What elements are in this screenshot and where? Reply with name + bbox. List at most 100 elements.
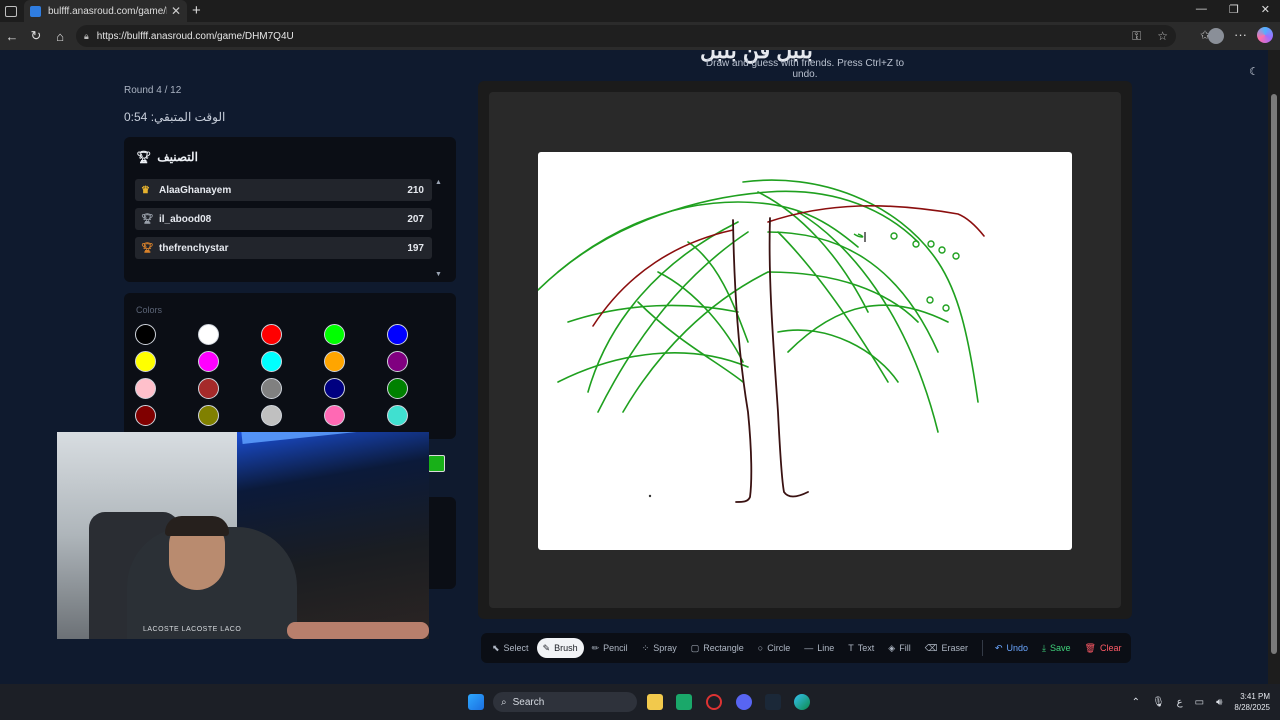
spray-tool-button[interactable]: ⁘ Spray: [636, 638, 683, 658]
volume-icon[interactable]: 🔊︎: [1216, 697, 1222, 708]
trash-icon: 🗑︎: [1084, 642, 1096, 653]
close-window-icon[interactable]: ✕: [1261, 3, 1270, 16]
more-menu-icon[interactable]: ···: [1234, 27, 1247, 42]
color-swatch[interactable]: [135, 378, 156, 399]
browser-tab-bar: bulfff.anasroud.com/game/DHM7 ✕ + — ❐ ✕: [0, 0, 1280, 22]
line-icon: —: [804, 643, 814, 653]
favorite-star-icon[interactable]: ☆: [1157, 29, 1168, 44]
color-swatch[interactable]: [261, 351, 282, 372]
fruit-circle: [927, 240, 935, 248]
close-tab-icon[interactable]: ✕: [171, 4, 181, 18]
leaderboard-scrollbar[interactable]: ▲ ▼: [435, 179, 443, 279]
color-swatch[interactable]: [387, 324, 408, 345]
color-swatch[interactable]: [387, 378, 408, 399]
round-indicator: Round 4 / 12: [124, 85, 182, 96]
undo-button[interactable]: ↶ Undo: [989, 638, 1034, 658]
color-swatch[interactable]: [324, 405, 345, 426]
colors-label: Colors: [136, 305, 163, 315]
edge-icon[interactable]: [794, 694, 810, 710]
branch-stroke: [592, 229, 734, 327]
scrollbar-thumb[interactable]: [1271, 94, 1277, 654]
leaf-stroke: [742, 179, 979, 403]
eraser-tool-button[interactable]: ⌫ Eraser: [919, 638, 974, 658]
text-tool-button[interactable]: T Text: [842, 638, 880, 658]
brush-tool-button[interactable]: ✎ Brush: [536, 638, 584, 658]
drawing-canvas[interactable]: [538, 152, 1072, 550]
circle-icon: ○: [757, 643, 764, 653]
line-tool-button[interactable]: — Line: [798, 638, 840, 658]
color-swatch[interactable]: [261, 405, 282, 426]
pencil-tool-button[interactable]: ✏︎ Pencil: [586, 638, 634, 658]
minimize-icon[interactable]: —: [1196, 3, 1207, 16]
save-button[interactable]: ⤓ Save: [1036, 638, 1077, 658]
key-icon[interactable]: ⚿: [1132, 29, 1141, 44]
color-swatch[interactable]: [261, 378, 282, 399]
back-icon[interactable]: ←: [0, 29, 24, 44]
scroll-up-icon[interactable]: ▲: [435, 179, 442, 186]
opera-icon[interactable]: [706, 694, 722, 710]
tool-label: Pencil: [603, 643, 628, 653]
fruit-circle: [890, 232, 898, 240]
leaderboard-row: 🏆︎ thefrenchystar 197: [135, 237, 432, 259]
browser-tab[interactable]: bulfff.anasroud.com/game/DHM7 ✕: [24, 0, 187, 22]
leaf-stroke: [557, 190, 919, 273]
profile-avatar[interactable]: [1208, 28, 1224, 44]
toolbar-divider: [981, 640, 983, 656]
app-icon[interactable]: [676, 694, 692, 710]
player-name: il_abood08: [159, 213, 212, 225]
new-tab-icon[interactable]: +: [192, 2, 201, 19]
windows-start-icon[interactable]: [468, 694, 484, 710]
color-swatch[interactable]: [135, 405, 156, 426]
taskbar-search[interactable]: ⌕ Search: [493, 692, 637, 712]
selected-color-swatch[interactable]: [428, 455, 445, 472]
drawing-strokes: [538, 179, 985, 503]
tab-title: bulfff.anasroud.com/game/DHM7: [48, 5, 167, 17]
chevron-up-icon[interactable]: ⌃: [1132, 697, 1140, 708]
clear-button[interactable]: 🗑︎ Clear: [1079, 638, 1128, 658]
network-icon[interactable]: ▭: [1195, 697, 1204, 708]
color-swatch[interactable]: [261, 324, 282, 345]
tool-label: Fill: [899, 643, 911, 653]
fill-tool-button[interactable]: ◈ Fill: [882, 638, 916, 658]
tab-actions-icon[interactable]: [5, 5, 17, 17]
search-icon: ⌕: [501, 696, 507, 708]
crown-icon: ♛: [141, 184, 150, 196]
rectangle-tool-button[interactable]: ▢ Rectangle: [685, 638, 750, 658]
color-swatch[interactable]: [198, 405, 219, 426]
page-scrollbar[interactable]: [1268, 50, 1280, 684]
leaf-stroke: [687, 241, 749, 343]
address-bar-row: ← ↻ ⌂ 🔒︎ https://bulfff.anasroud.com/gam…: [0, 22, 1280, 50]
color-swatch[interactable]: [324, 351, 345, 372]
url-actions: ⚿ ☆: [1132, 29, 1168, 44]
color-swatch[interactable]: [135, 351, 156, 372]
microphone-icon[interactable]: 🎙︎: [1152, 697, 1165, 708]
clock[interactable]: 3:41 PM 8/28/2025: [1234, 691, 1270, 713]
color-swatch[interactable]: [324, 324, 345, 345]
file-explorer-icon[interactable]: [647, 694, 663, 710]
theme-toggle-moon-icon[interactable]: ☾: [1244, 62, 1264, 82]
scroll-down-icon[interactable]: ▼: [435, 271, 442, 278]
tool-label: Spray: [653, 643, 677, 653]
leaderboard-header: 🏆︎ التصنيف: [136, 150, 198, 164]
refresh-icon[interactable]: ↻: [24, 28, 48, 44]
copilot-icon[interactable]: [1257, 27, 1273, 43]
home-icon[interactable]: ⌂: [48, 29, 72, 44]
discord-icon[interactable]: [736, 694, 752, 710]
color-palette-panel: Colors: [124, 293, 456, 439]
restore-icon[interactable]: ❐: [1229, 3, 1239, 16]
color-swatch[interactable]: [198, 378, 219, 399]
select-tool-button[interactable]: ⬉ Select: [486, 638, 535, 658]
color-swatch[interactable]: [324, 378, 345, 399]
color-swatch[interactable]: [198, 351, 219, 372]
color-swatch[interactable]: [387, 405, 408, 426]
color-swatch[interactable]: [135, 324, 156, 345]
language-indicator[interactable]: ع: [1177, 697, 1183, 708]
color-swatch[interactable]: [198, 324, 219, 345]
circle-tool-button[interactable]: ○ Circle: [752, 638, 796, 658]
url-field[interactable]: 🔒︎ https://bulfff.anasroud.com/game/DHM7…: [76, 25, 1176, 47]
lock-icon[interactable]: 🔒︎: [84, 31, 89, 42]
tree-leaves: [538, 179, 979, 433]
steam-icon[interactable]: [765, 694, 781, 710]
player-score: 210: [407, 184, 424, 196]
color-swatch[interactable]: [387, 351, 408, 372]
